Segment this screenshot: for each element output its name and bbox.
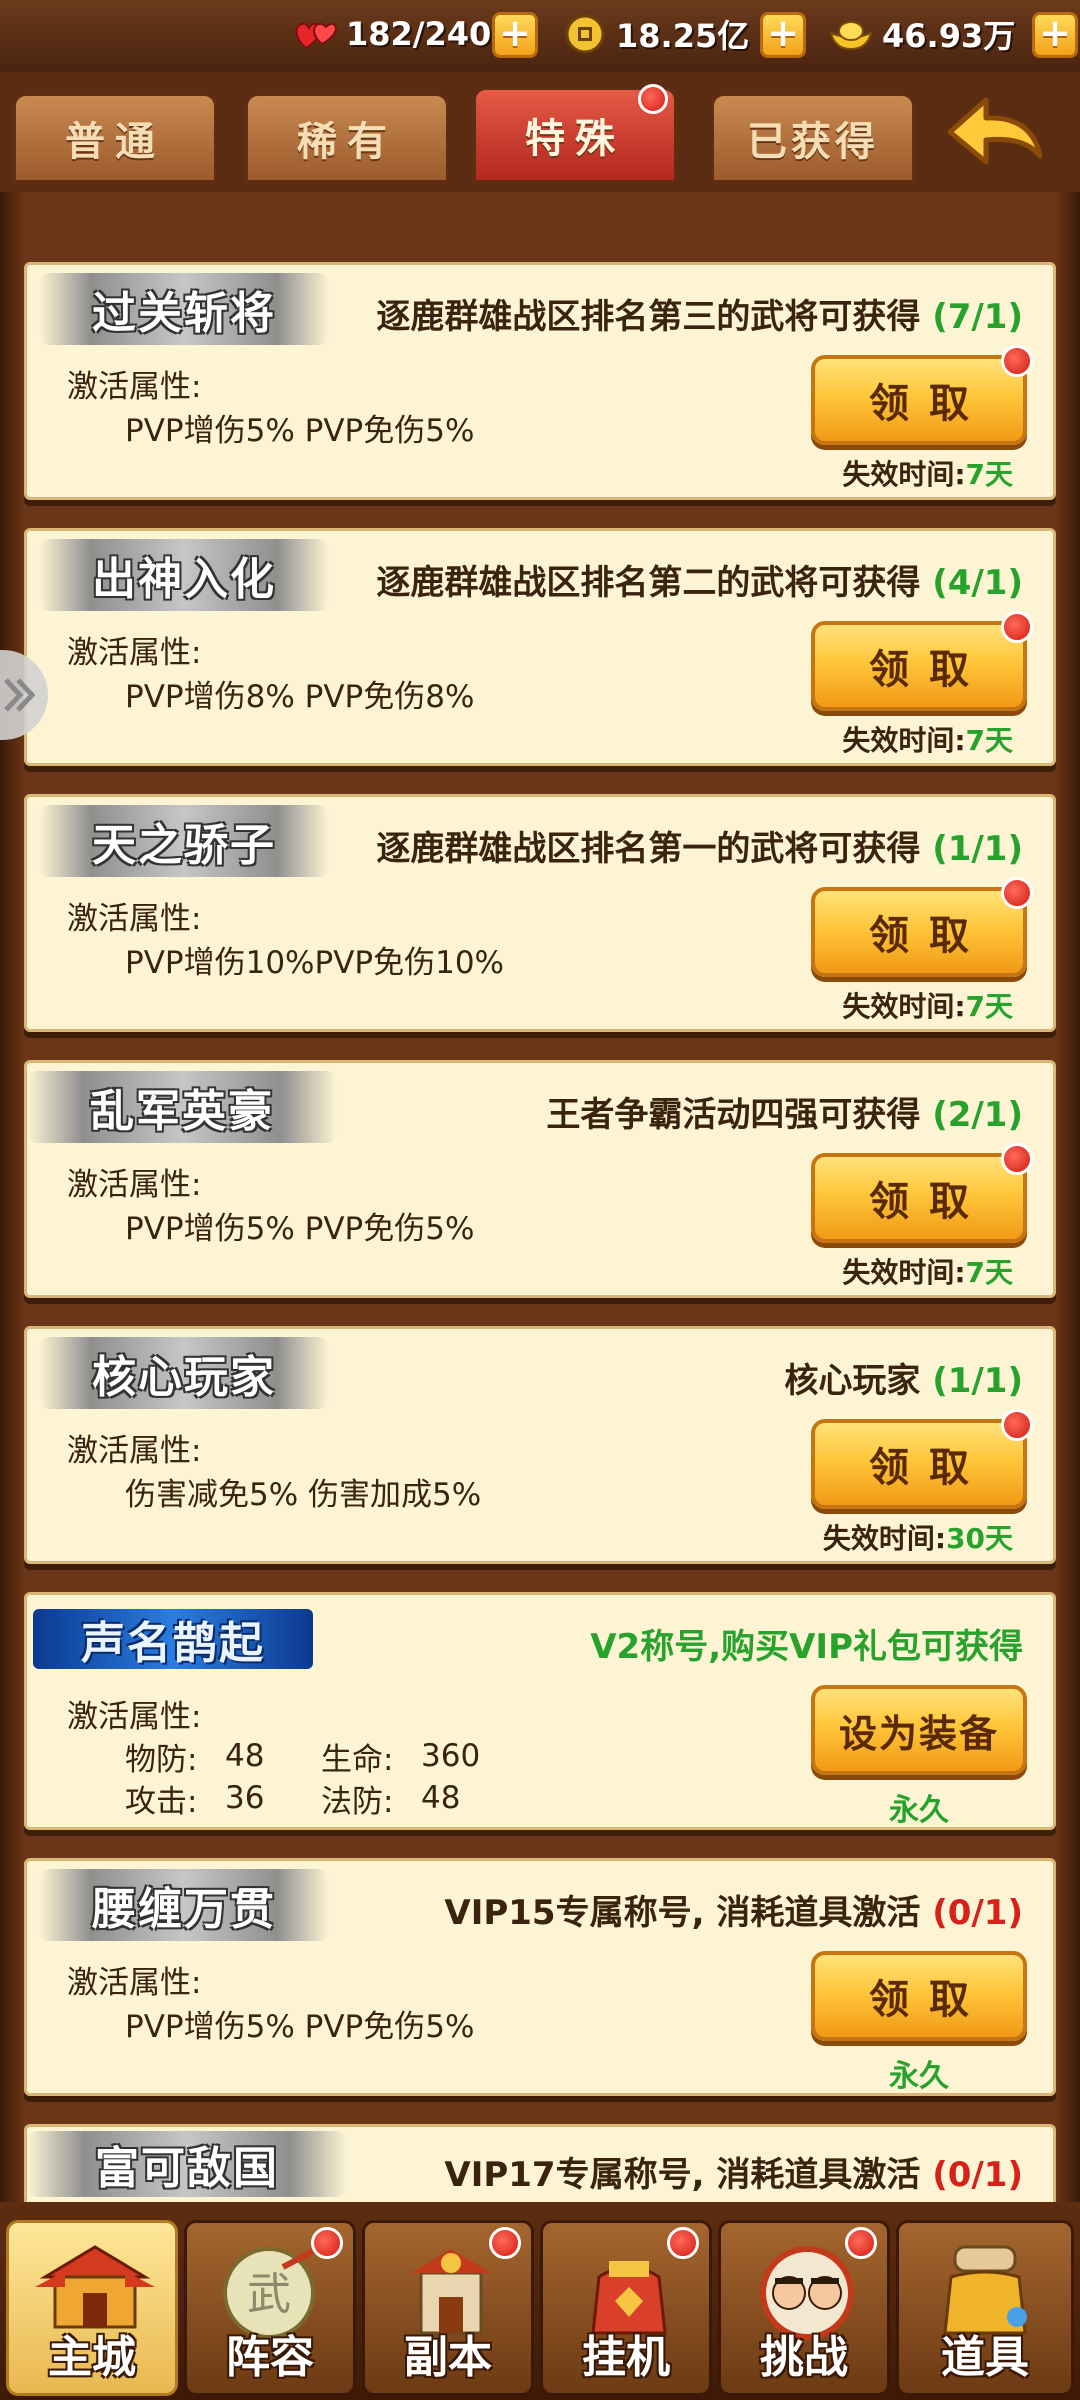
stamina-resource: 182/240 bbox=[290, 6, 491, 62]
double-chevron-right-icon bbox=[4, 678, 36, 712]
resource-bar: 182/240 + 18.25亿 + 46.93万 + bbox=[0, 0, 1080, 72]
add-stamina-button[interactable]: + bbox=[492, 12, 538, 58]
attr-label: 激活属性: bbox=[67, 369, 202, 405]
tab-obtained[interactable]: 已获得 bbox=[710, 92, 916, 184]
stats-row: 物防: 48 生命: 360 bbox=[125, 1738, 481, 1778]
gold-ingot-icon bbox=[826, 9, 876, 59]
notification-dot-icon bbox=[1001, 1409, 1033, 1441]
notification-dot-icon bbox=[1001, 1143, 1033, 1175]
ingot-value: 46.93万 bbox=[882, 17, 1016, 55]
claim-button[interactable]: 领取 bbox=[811, 611, 1033, 711]
title-name-badge: 核心玩家 bbox=[39, 1337, 329, 1409]
tab-rare[interactable]: 稀有 bbox=[244, 92, 450, 184]
title-card-1: 过关斩将 逐鹿群雄战区排名第三的武将可获得 (7/1) 激活属性: PVP增伤5… bbox=[24, 262, 1056, 500]
notification-dot-icon bbox=[1001, 611, 1033, 643]
stamina-value: 182/240 bbox=[346, 15, 492, 53]
add-coin-button[interactable]: + bbox=[760, 12, 806, 58]
title-requirement: 逐鹿群雄战区排名第二的武将可获得 (4/1) bbox=[376, 563, 1023, 603]
title-card-5: 核心玩家 核心玩家 (1/1) 激活属性: 伤害减免5% 伤害加成5% 领取 失… bbox=[24, 1326, 1056, 1564]
notification-dot-icon bbox=[311, 2227, 343, 2259]
ingot-resource: 46.93万 bbox=[826, 6, 1015, 62]
expire-time: 失效时间:7天 bbox=[842, 724, 1013, 757]
title-requirement: 核心玩家 (1/1) bbox=[784, 1361, 1023, 1401]
title-name-badge: 天之骄子 bbox=[39, 805, 329, 877]
attr-label: 激活属性: bbox=[67, 1965, 202, 2001]
attr-label: 激活属性: bbox=[67, 901, 202, 937]
claim-button[interactable]: 领取 bbox=[811, 1409, 1033, 1509]
category-tabs: 普通 稀有 特殊 已获得 bbox=[0, 72, 1080, 192]
notification-dot-icon bbox=[667, 2227, 699, 2259]
coin-resource: 18.25亿 bbox=[560, 6, 749, 62]
title-name-badge: 出神入化 bbox=[39, 539, 329, 611]
claim-button[interactable]: 领取 bbox=[811, 877, 1033, 977]
title-name-badge: 腰缠万贯 bbox=[39, 1869, 329, 1941]
title-card-3: 天之骄子 逐鹿群雄战区排名第一的武将可获得 (1/1) 激活属性: PVP增伤1… bbox=[24, 794, 1056, 1032]
title-card-4: 乱军英豪 王者争霸活动四强可获得 (2/1) 激活属性: PVP增伤5% PVP… bbox=[24, 1060, 1056, 1298]
notification-dot-icon bbox=[1001, 345, 1033, 377]
frame-left-edge bbox=[0, 192, 24, 2202]
attr-label: 激活属性: bbox=[67, 1167, 202, 1203]
title-card-2: 出神入化 逐鹿群雄战区排名第二的武将可获得 (4/1) 激活属性: PVP增伤8… bbox=[24, 528, 1056, 766]
nav-dungeon[interactable]: 副本 bbox=[362, 2220, 534, 2396]
attr-value: 伤害减免5% 伤害加成5% bbox=[125, 1477, 482, 1513]
frame-right-edge bbox=[1056, 192, 1080, 2202]
attr-value: PVP增伤10%PVP免伤10% bbox=[125, 945, 504, 981]
title-requirement: 逐鹿群雄战区排名第一的武将可获得 (1/1) bbox=[376, 829, 1023, 869]
coin-value: 18.25亿 bbox=[616, 17, 750, 55]
claim-button[interactable]: 领取 bbox=[811, 1951, 1027, 2041]
claim-button[interactable]: 领取 bbox=[811, 345, 1033, 445]
title-requirement: 逐鹿群雄战区排名第三的武将可获得 (7/1) bbox=[376, 297, 1023, 337]
title-name-badge: 富可敌国 bbox=[27, 2131, 347, 2197]
add-ingot-button[interactable]: + bbox=[1032, 12, 1078, 58]
title-name-badge: 乱军英豪 bbox=[27, 1071, 337, 1143]
title-name-badge: 过关斩将 bbox=[39, 273, 329, 345]
attr-label: 激活属性: bbox=[67, 1699, 202, 1735]
notification-dot-icon bbox=[1001, 877, 1033, 909]
tab-normal[interactable]: 普通 bbox=[12, 92, 218, 184]
set-equip-button[interactable]: 设为装备 bbox=[811, 1685, 1027, 1775]
claim-button[interactable]: 领取 bbox=[811, 1143, 1033, 1243]
expire-time: 失效时间:7天 bbox=[842, 1256, 1013, 1289]
notification-dot-icon bbox=[489, 2227, 521, 2259]
title-card-6: 声名鹊起 V2称号,购买VIP礼包可获得 激活属性: 物防: 48 生命: 360 … bbox=[24, 1592, 1056, 1830]
title-name-badge: 声名鹊起 bbox=[33, 1609, 313, 1669]
tab-special[interactable]: 特殊 bbox=[472, 84, 678, 184]
attr-label: 激活属性: bbox=[67, 635, 202, 671]
notification-dot-icon bbox=[845, 2227, 877, 2259]
expire-time: 失效时间:7天 bbox=[842, 458, 1013, 491]
expire-time: 失效时间:7天 bbox=[842, 990, 1013, 1023]
back-arrow-icon bbox=[947, 97, 1043, 165]
title-requirement: VIP17专属称号, 消耗道具激活 (0/1) bbox=[444, 2155, 1023, 2195]
title-requirement: VIP15专属称号, 消耗道具激活 (0/1) bbox=[444, 1893, 1023, 1933]
notification-dot-icon bbox=[638, 84, 668, 114]
tab-special-label: 特殊 bbox=[525, 116, 625, 162]
copper-coin-icon bbox=[560, 9, 610, 59]
duration-label: 永久 bbox=[889, 2059, 949, 2094]
title-requirement: 王者争霸活动四强可获得 (2/1) bbox=[546, 1095, 1023, 1135]
side-expand-button[interactable] bbox=[0, 650, 48, 740]
bottom-nav: 主城 武 阵容 副本 挂机 挑战 道具 bbox=[0, 2202, 1080, 2400]
nav-idle[interactable]: 挂机 bbox=[540, 2220, 712, 2396]
attr-value: PVP增伤5% PVP免伤5% bbox=[125, 413, 475, 449]
attr-label: 激活属性: bbox=[67, 1433, 202, 1469]
nav-main-city[interactable]: 主城 bbox=[6, 2220, 178, 2396]
stats-grid: 物防: 48 生命: 360 攻击: 36 法防: 48 bbox=[125, 1735, 517, 1820]
nav-challenge[interactable]: 挑战 bbox=[718, 2220, 890, 2396]
stats-row: 攻击: 36 法防: 48 bbox=[125, 1780, 461, 1820]
svg-text:武: 武 bbox=[247, 2269, 291, 2320]
attr-value: PVP增伤5% PVP免伤5% bbox=[125, 2009, 475, 2045]
title-requirement: V2称号,购买VIP礼包可获得 bbox=[590, 1627, 1023, 1667]
stamina-hearts-icon bbox=[290, 9, 340, 59]
title-card-8: 富可敌国 VIP17专属称号, 消耗道具激活 (0/1) bbox=[24, 2124, 1056, 2202]
duration-label: 永久 bbox=[889, 1793, 949, 1828]
back-button[interactable] bbox=[940, 90, 1050, 180]
nav-items[interactable]: 道具 bbox=[896, 2220, 1074, 2396]
expire-time: 失效时间:30天 bbox=[822, 1522, 1013, 1555]
title-card-7: 腰缠万贯 VIP15专属称号, 消耗道具激活 (0/1) 激活属性: PVP增伤… bbox=[24, 1858, 1056, 2096]
attr-value: PVP增伤8% PVP免伤8% bbox=[125, 679, 475, 715]
attr-value: PVP增伤5% PVP免伤5% bbox=[125, 1211, 475, 1247]
nav-lineup[interactable]: 武 阵容 bbox=[184, 2220, 356, 2396]
